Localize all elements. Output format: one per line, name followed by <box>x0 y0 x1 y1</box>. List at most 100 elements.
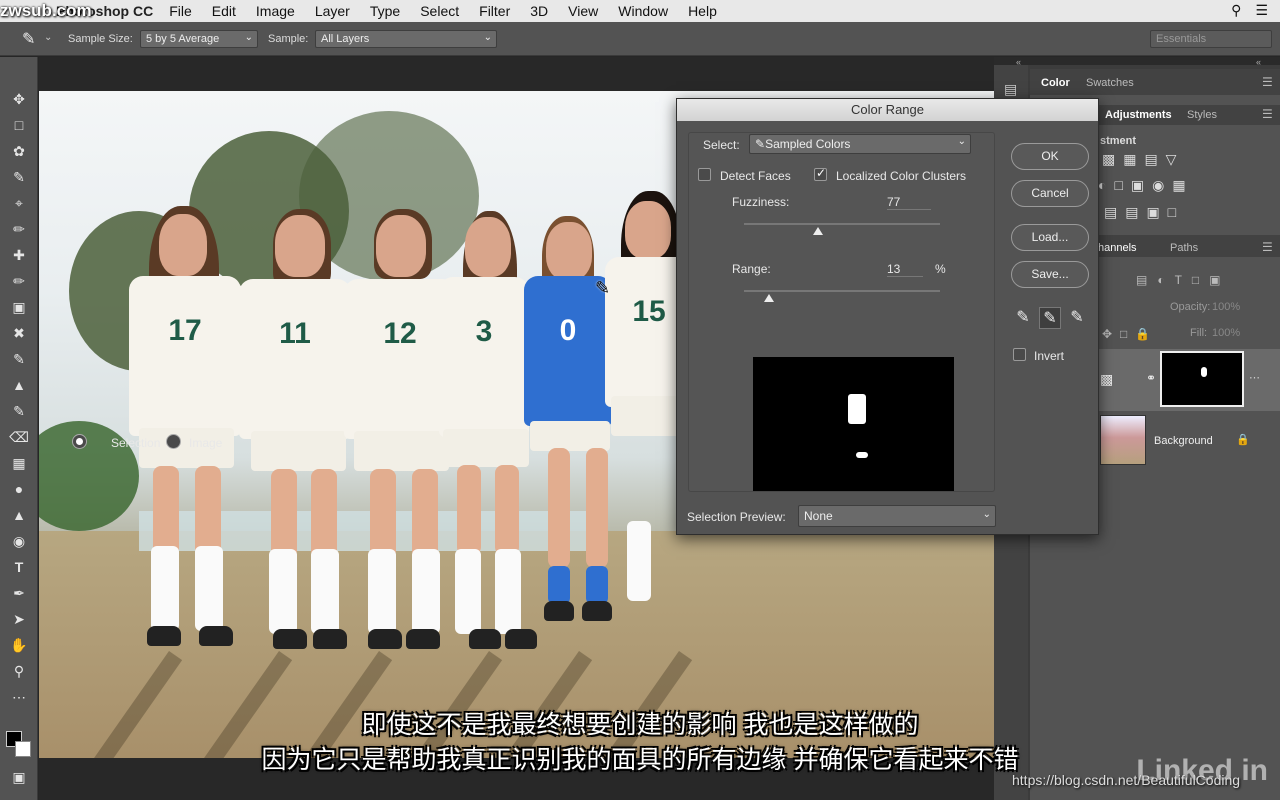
tool-preset-chevron-icon[interactable]: ⌄ <box>44 32 52 43</box>
blur-tool-icon[interactable]: ● <box>9 479 29 499</box>
sharpen-tool-icon[interactable]: ▲ <box>9 505 29 525</box>
zoom-tool-icon[interactable]: ⚲ <box>9 661 29 681</box>
select-label: Select: <box>703 138 740 152</box>
menu-help[interactable]: Help <box>678 3 727 19</box>
adjustment-icons-row[interactable]: ◐□▣◉▦ <box>1098 177 1194 194</box>
workspace-dropdown[interactable]: Essentials <box>1150 30 1272 48</box>
history-brush-icon[interactable]: ✖ <box>9 323 29 343</box>
sample-size-dropdown[interactable]: 5 by 5 Average ⌄ <box>140 30 258 48</box>
layer-filter-icons[interactable]: ▤◐T□▣ <box>1136 273 1231 287</box>
select-dropdown[interactable]: ✎Sampled Colors ⌄ <box>749 134 971 154</box>
panel-menu-icon[interactable]: ☰ <box>1262 107 1273 121</box>
menu-type[interactable]: Type <box>360 3 410 19</box>
ok-button[interactable]: OK <box>1011 143 1089 170</box>
tab-swatches[interactable]: Swatches <box>1086 77 1134 89</box>
selection-radio[interactable] <box>72 434 87 449</box>
menu-window[interactable]: Window <box>608 3 678 19</box>
path-select-icon[interactable]: ➤ <box>9 609 29 629</box>
fuzziness-slider-thumb[interactable] <box>813 227 824 235</box>
layer-row-background[interactable]: Background 🔒 <box>1094 413 1280 469</box>
marquee-tool-icon[interactable]: □ <box>9 115 29 135</box>
sample-dropdown[interactable]: All Layers ⌄ <box>315 30 497 48</box>
load-button[interactable]: Load... <box>1011 224 1089 251</box>
jersey-number: 11 <box>239 279 351 439</box>
dialog-title[interactable]: Color Range <box>677 99 1098 121</box>
menu-select[interactable]: Select <box>410 3 469 19</box>
panel-menu-icon[interactable]: ☰ <box>1262 75 1273 89</box>
sample-label: Sample: <box>268 33 309 45</box>
range-slider[interactable] <box>744 290 940 292</box>
hand-tool-icon[interactable]: ✋ <box>9 635 29 655</box>
menu-view[interactable]: View <box>558 3 608 19</box>
menu-file[interactable]: File <box>159 3 202 19</box>
lasso-tool-icon[interactable]: ✿ <box>9 141 29 161</box>
eraser-tool-icon[interactable]: ⌫ <box>9 427 29 447</box>
tab-adjustments[interactable]: Adjustments <box>1105 109 1172 121</box>
menu-layer[interactable]: Layer <box>305 3 360 19</box>
csdn-url: https://blog.csdn.net/BeautifulCoding <box>1012 772 1241 788</box>
jersey-number: 3 <box>439 277 529 437</box>
tab-color[interactable]: Color <box>1041 77 1070 89</box>
crop-tool-icon[interactable]: ⌖ <box>9 193 29 213</box>
clone-stamp-icon[interactable]: ▲ <box>9 375 29 395</box>
opacity-value[interactable]: 100% <box>1212 301 1240 313</box>
chevron-down-icon: ⌄ <box>957 136 966 147</box>
jersey-number: 17 <box>129 276 241 436</box>
fuzziness-value[interactable]: 77 <box>887 195 931 210</box>
layer-mask-thumbnail[interactable] <box>1160 351 1244 407</box>
type-tool-icon[interactable]: T <box>9 557 29 577</box>
brush-tool-icon[interactable]: ✏ <box>9 271 29 291</box>
eyedropper-tool-icon[interactable]: ✎ <box>22 29 35 49</box>
history-panel-icon[interactable]: ▤ <box>1004 81 1017 98</box>
gradient-tool-icon[interactable]: ▦ <box>9 453 29 473</box>
menu-3d[interactable]: 3D <box>520 3 558 19</box>
range-value[interactable]: 13 <box>887 262 923 277</box>
chevron-down-icon: ⌄ <box>483 32 492 43</box>
tab-channels[interactable]: hannels <box>1098 242 1137 254</box>
localized-clusters-checkbox[interactable] <box>814 166 827 181</box>
player-11: 11 <box>239 209 359 679</box>
menu-edit[interactable]: Edit <box>202 3 246 19</box>
pen-tool-icon[interactable]: ✒ <box>9 583 29 603</box>
stamp-tool-icon[interactable]: ▣ <box>9 297 29 317</box>
paint-brush-icon[interactable]: ✎ <box>9 349 29 369</box>
sample-size-label: Sample Size: <box>68 33 133 45</box>
menu-image[interactable]: Image <box>246 3 305 19</box>
image-radio[interactable] <box>166 434 181 449</box>
fuzziness-slider[interactable] <box>744 223 940 225</box>
tab-styles[interactable]: Styles <box>1187 109 1217 121</box>
adjustment-icons-row[interactable]: ▩▦▤▽ <box>1102 151 1184 168</box>
more-tools-icon[interactable]: ⋯ <box>9 687 29 707</box>
adjustments-caption: stment <box>1100 135 1137 147</box>
range-slider-thumb[interactable] <box>764 294 775 302</box>
lock-icons[interactable]: ✥□🔒 <box>1102 327 1158 341</box>
panel-menu-icon[interactable]: ☰ <box>1262 240 1273 254</box>
search-icon[interactable]: ⚲ <box>1231 2 1241 19</box>
menu-list-icon[interactable]: ☰ <box>1255 2 1268 19</box>
quick-select-tool-icon[interactable]: ✎ <box>9 167 29 187</box>
fill-label: Fill: <box>1190 327 1208 339</box>
invert-checkbox[interactable] <box>1013 348 1026 361</box>
menu-filter[interactable]: Filter <box>469 3 520 19</box>
add-to-sample-icon[interactable]: ✎ <box>1039 307 1061 329</box>
range-label: Range: <box>732 262 771 276</box>
fill-value[interactable]: 100% <box>1212 327 1240 339</box>
cancel-button[interactable]: Cancel <box>1011 180 1089 207</box>
panel-options-icon[interactable]: ⋯ <box>1249 371 1260 384</box>
save-button[interactable]: Save... <box>1011 261 1089 288</box>
dock-collapse-icon[interactable]: « <box>1256 57 1261 67</box>
dialog-options-group: Select: ✎Sampled Colors⌄ Detect Faces Lo… <box>72 132 995 492</box>
adjustment-icons-row[interactable]: ▤▤▣□ <box>1104 204 1184 221</box>
tab-paths[interactable]: Paths <box>1170 242 1198 254</box>
image-radio-label: Image <box>189 436 223 450</box>
eyedropper-icon[interactable]: ✎ <box>1012 307 1034 329</box>
selection-preview-dropdown[interactable]: None ⌄ <box>798 505 996 527</box>
move-tool-icon[interactable]: ✥ <box>9 89 29 109</box>
subtract-from-sample-icon[interactable]: ✎ <box>1066 307 1088 329</box>
art-brush-icon[interactable]: ✎ <box>9 401 29 421</box>
healing-brush-icon[interactable]: ✚ <box>9 245 29 265</box>
sponge-tool-icon[interactable]: ◉ <box>9 531 29 551</box>
detect-faces-checkbox[interactable] <box>698 168 711 181</box>
eyedropper-tool-icon[interactable]: ✏ <box>9 219 29 239</box>
watermark: zwsub.com <box>0 1 92 20</box>
